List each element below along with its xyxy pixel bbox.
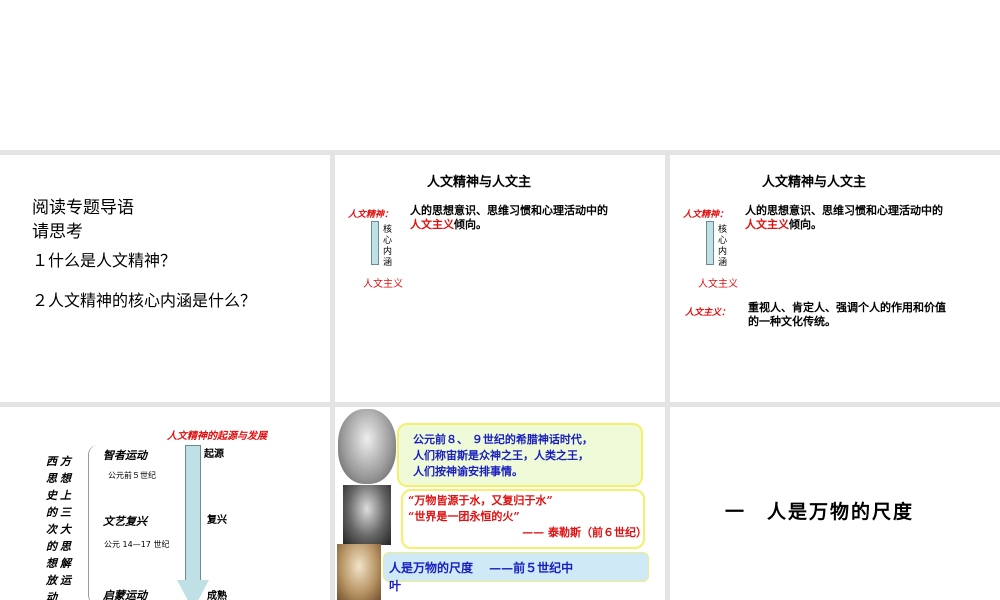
arrow-head [177,580,209,600]
slide-title: 人文精神与人文主 [427,175,532,190]
term-label: 人文精神： [683,210,729,220]
definition: 人的思想意识、思维习惯和心理活动中的 人文主义倾向。 [410,204,608,231]
question-1: １什么是人文精神？ [32,251,177,270]
question-2: ２人文精神的核心内涵是什么？ [32,291,257,310]
slide-6[interactable]: 一 人是万物的尺度 [670,407,1000,600]
prompt: 请思考 [32,222,83,242]
thales-portrait [343,485,391,545]
brace [88,445,99,600]
arrow-label: 核 心 内 涵 [718,225,728,268]
target-term: 人文主义 [698,279,738,290]
down-arrow-icon [371,221,379,265]
date-1: 公元前５世纪 [108,471,156,480]
slide-1[interactable]: 阅读专题导语 请思考 １什么是人文精神？ ２人文精神的核心内涵是什么？ [0,155,330,402]
arrow-label: 核 心 内 涵 [383,225,393,268]
protagoras-portrait [337,544,381,600]
date-2: 公元 14—17 世纪 [104,540,170,549]
slide-4[interactable]: 人文精神的起源与发展 西方思想史上的三次大的思想解放运动 智者运动 公元前５世纪… [0,407,330,600]
side-caption: 西方思想史上的三次大的思想解放运动 [46,455,74,600]
movement-1: 智者运动 [103,449,147,462]
slide-title: 人文精神与人文主 [762,175,867,190]
protagoras-quote: 人是万物的尺度 ——前５世纪中 [389,561,574,575]
stage-3: 成熟 [207,591,227,600]
protagoras-quote-cont: 叶 [389,579,402,593]
slide-title: 人文精神的起源与发展 [167,431,267,442]
timeline-arrow-icon [185,445,201,581]
stage-2: 复兴 [207,515,227,526]
slide-3[interactable]: 人文精神与人文主 人文精神： 人的思想意识、思维习惯和心理活动中的 人文主义倾向。… [670,155,1000,402]
movement-2: 文艺复兴 [103,515,147,528]
down-arrow-icon [706,221,714,265]
target-term: 人文主义 [363,279,403,290]
definition: 人的思想意识、思维习惯和心理活动中的 人文主义倾向。 [745,204,943,231]
stage-1: 起源 [204,449,224,460]
slide-2[interactable]: 人文精神与人文主 人文精神： 人的思想意识、思维习惯和心理活动中的 人文主义倾向。… [335,155,665,402]
slide-5[interactable]: 公元前８、 ９世纪的希腊神话时代， 人们称宙斯是众神之王，人类之王， 人们按神谕安排… [335,407,665,600]
definition-2: 重视人、肯定人、强调个人的作用和价值 的一种文化传统。 [748,301,946,328]
zeus-portrait [338,409,396,484]
slide-title: 阅读专题导语 [32,198,134,218]
slide-title: 一 人是万物的尺度 [725,501,915,523]
term-label: 人文精神： [348,210,394,220]
movement-3: 启蒙运动 [103,589,147,600]
term-label-2: 人文主义： [685,308,731,318]
myth-bubble: 公元前８、 ９世纪的希腊神话时代， 人们称宙斯是众神之王，人类之王， 人们按神谕安排… [397,423,643,487]
thales-bubble: “万物皆源于水，又复归于水” “世界是一团永恒的火” —— 泰勒斯（前６世纪） [401,489,647,549]
